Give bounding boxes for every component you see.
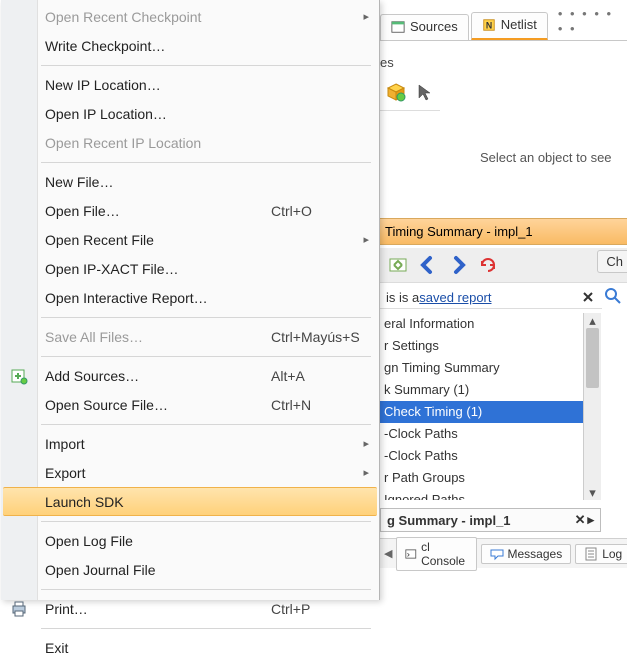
shortcut-label: Ctrl+N [271,397,311,413]
tree-item-general-info[interactable]: eral Information [380,313,584,335]
bottom-tab-log[interactable]: Log [575,544,627,564]
shortcut-label: Ctrl+O [271,203,312,219]
tree-item-path-groups[interactable]: r Path Groups [380,467,584,489]
tab-sources[interactable]: Sources [380,14,469,40]
menu-separator [1,584,379,594]
menu-separator [1,516,379,526]
menu-separator [1,60,379,70]
refresh-icon[interactable] [478,255,498,275]
menu-save-all: Save All Files… Ctrl+Mayús+S [1,322,379,351]
triangle-right-icon[interactable]: ▸ [587,512,594,528]
timing-summary-title: Timing Summary - impl_1 [385,224,533,239]
chevron-right-icon: ▸ [363,10,369,23]
menu-exit[interactable]: Exit [1,633,379,662]
chevron-right-icon: ▸ [363,437,369,450]
shortcut-label: Ctrl+P [271,601,310,617]
chevron-right-icon: ▸ [363,466,369,479]
tree-item-ignored-paths[interactable]: Ignored Paths [380,489,584,500]
nav-forward-icon[interactable] [448,255,468,275]
menu-separator [1,623,379,633]
close-banner-icon[interactable] [580,289,596,305]
tab-netlist[interactable]: N Netlist [471,12,548,40]
cube-icon[interactable] [386,82,406,102]
printer-icon [10,600,28,618]
menu-import[interactable]: Import ▸ [1,429,379,458]
tab-sources-label: Sources [410,19,458,34]
close-result-tab-icon[interactable]: ✕ [575,512,586,528]
messages-icon [490,547,504,561]
magnifier-icon[interactable] [603,286,623,306]
netlist-icon: N [482,18,496,32]
menu-open-interactive-report[interactable]: Open Interactive Report… [1,283,379,312]
timing-toolbar: ◀ [380,248,627,283]
chevron-left-small-icon[interactable]: ◀ [384,547,392,560]
tab-netlist-label: Netlist [501,17,537,32]
expand-all-icon[interactable] [388,255,408,275]
timing-tree[interactable]: eral Information r Settings gn Timing Su… [380,313,584,500]
menu-open-recent-checkpoint: Open Recent Checkpoint ▸ [1,2,379,31]
tree-item-check-timing[interactable]: Check Timing (1) [380,401,584,423]
bottom-tab-messages[interactable]: Messages [481,544,572,564]
menu-new-file[interactable]: New File… [1,167,379,196]
saved-report-banner: is is a saved report [380,286,602,309]
menu-separator [1,157,379,167]
menu-export[interactable]: Export ▸ [1,458,379,487]
nav-back-icon[interactable] [418,255,438,275]
saved-report-prefix: is is a [386,290,419,305]
chevron-right-icon: ▸ [363,233,369,246]
sources-icon [391,20,405,34]
tree-item-design-timing[interactable]: gn Timing Summary [380,357,584,379]
saved-report-link[interactable]: saved report [419,290,491,305]
menu-separator [1,312,379,322]
shortcut-label: Alt+A [271,368,305,384]
fragment-es: es [380,55,394,70]
file-menu: Open Recent Checkpoint ▸ Write Checkpoin… [1,0,380,600]
shortcut-label: Ctrl+Mayús+S [271,329,360,345]
tree-scrollbar[interactable]: ▴ ▾ [583,313,601,500]
side-tab-ch[interactable]: Ch [597,250,627,273]
svg-text:N: N [486,20,492,30]
menu-open-ip-location[interactable]: Open IP Location… [1,99,379,128]
bottom-result-tab-label: g Summary - impl_1 [387,513,511,528]
log-icon [584,547,598,561]
tree-item-clock-paths1[interactable]: -Clock Paths [380,423,584,445]
menu-add-sources[interactable]: Add Sources… Alt+A [1,361,379,390]
tree-item-clock-paths2[interactable]: -Clock Paths [380,445,584,467]
menu-separator [1,419,379,429]
menu-open-recent-ip-location: Open Recent IP Location [1,128,379,157]
menu-write-checkpoint[interactable]: Write Checkpoint… [1,31,379,60]
menu-launch-sdk[interactable]: Launch SDK [3,487,377,516]
tree-item-clock-summary[interactable]: k Summary (1) [380,379,584,401]
menu-separator [1,351,379,361]
bottom-tab-console[interactable]: cl Console [396,537,476,571]
bottom-tabs: ◀ cl Console Messages Log [380,538,627,568]
menu-open-ipxact[interactable]: Open IP-XACT File… [1,254,379,283]
menu-open-journal[interactable]: Open Journal File [1,555,379,584]
menu-print[interactable]: Print… Ctrl+P [1,594,379,623]
menu-open-log[interactable]: Open Log File [1,526,379,555]
menu-open-recent-file[interactable]: Open Recent File ▸ [1,225,379,254]
menu-open-file[interactable]: Open File… Ctrl+O [1,196,379,225]
timing-summary-title-bar: Timing Summary - impl_1 [380,218,627,245]
scrollbar-thumb[interactable] [586,328,599,388]
menu-open-source-file[interactable]: Open Source File… Ctrl+N [1,390,379,419]
bottom-result-tab[interactable]: g Summary - impl_1 ✕ ▸ [380,508,601,532]
tree-item-settings[interactable]: r Settings [380,335,584,357]
menu-new-ip-location[interactable]: New IP Location… [1,70,379,99]
pointer-icon[interactable] [416,83,434,101]
scrollbar-down-icon[interactable]: ▾ [584,485,601,500]
add-sources-icon [10,367,28,385]
editor-tabs-row: Sources N Netlist • • • • • • • [380,10,627,41]
menu-items: Open Recent Checkpoint ▸ Write Checkpoin… [1,2,379,600]
scrollbar-up-icon[interactable]: ▴ [584,313,601,328]
select-object-prompt: Select an object to see [480,150,612,165]
object-toolbar [380,78,440,111]
tabs-overflow[interactable]: • • • • • • • [550,2,622,40]
console-icon [405,547,417,561]
